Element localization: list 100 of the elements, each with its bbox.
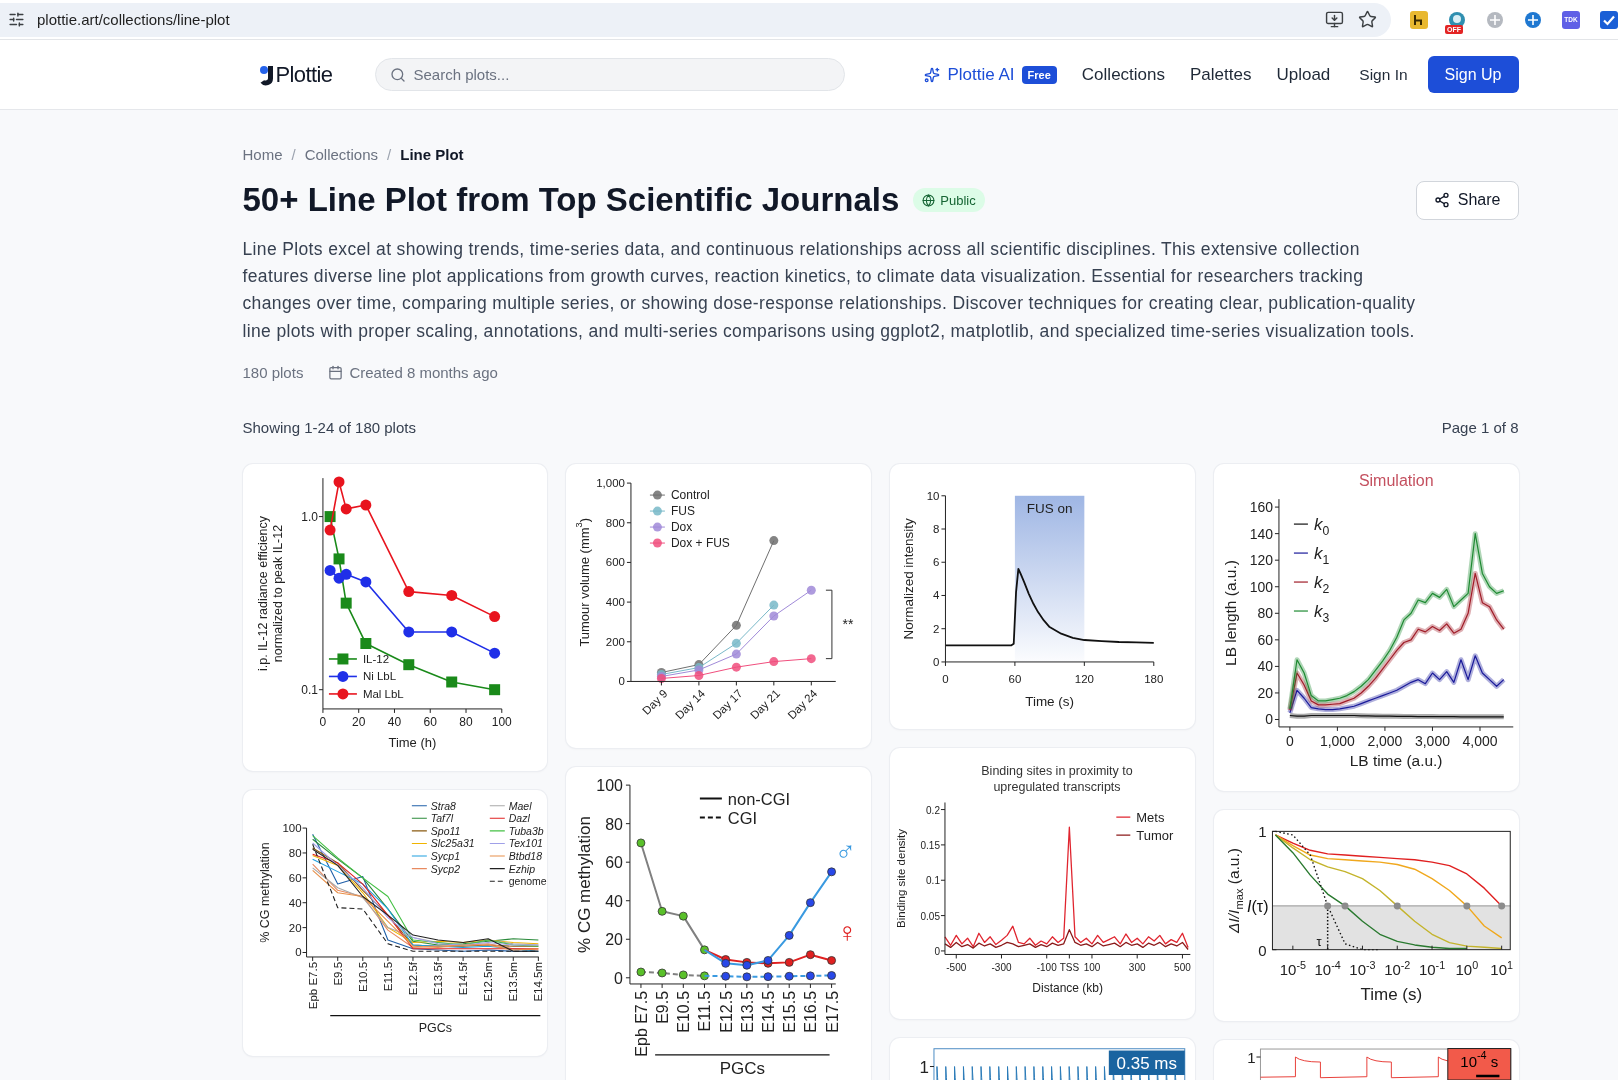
axis-title: LB time (a.u.)	[1349, 752, 1443, 770]
legend-label: FUS	[671, 504, 696, 519]
tick-label: 40	[605, 892, 624, 910]
sex-symbol: ♂	[835, 835, 857, 867]
axis-title: Distance (kb)	[1032, 981, 1103, 996]
tick-label: E10.5	[356, 962, 369, 993]
tick-label: 4,000	[1462, 733, 1498, 750]
tick-label: E12.5f	[406, 962, 419, 996]
tick-label: 0	[1285, 733, 1294, 750]
created-date: Created 8 months ago	[349, 364, 498, 382]
tick-label: 10	[926, 490, 940, 503]
legend-label: Mets	[1136, 809, 1165, 825]
tick-label: 60	[1257, 632, 1273, 649]
tick-label: 160	[1249, 499, 1273, 516]
tick-label: -300	[991, 962, 1012, 974]
tick-label: 0.15	[920, 839, 940, 851]
tick-label: E11.5	[696, 991, 714, 1032]
tick-label: 80	[458, 715, 473, 730]
page-indicator: Page 1 of 8	[1441, 418, 1519, 436]
tick-label: E10.5	[675, 991, 693, 1033]
tick-label: 100	[281, 822, 302, 835]
tick-label: 20	[351, 715, 365, 730]
tick-label: 0	[1257, 941, 1267, 959]
legend-label: Tuba3b	[508, 825, 544, 837]
tick-label: 120	[1074, 673, 1094, 686]
axis-title: % CG methylation	[257, 842, 272, 944]
tick-label: 4	[933, 589, 940, 602]
tick-label: 10$^{-4}$	[1314, 958, 1341, 978]
tick-label: E14.5	[759, 991, 777, 1033]
tick-label: E14.5f	[456, 962, 469, 996]
tick-label: 100	[596, 776, 624, 794]
tick-label: 20	[1257, 685, 1273, 702]
tick-label: 2,000	[1367, 733, 1403, 750]
tick-label: -500	[946, 962, 967, 974]
legend-label: k$_{3}$	[1313, 601, 1329, 626]
tick-label: 1	[1257, 823, 1267, 841]
tick-label: 10$^{-2}$	[1383, 958, 1411, 978]
tick-label: 80	[288, 847, 302, 860]
legend-label: Dazl	[508, 813, 530, 825]
tick-label: Day 14	[673, 687, 708, 722]
tick-label: 300	[1128, 962, 1146, 974]
breadcrumb-separator: /	[387, 145, 392, 163]
tick-label: 20	[605, 931, 624, 949]
scale-label: 10$^{-4}$ s	[1447, 1048, 1511, 1080]
tick-label: E17.5	[823, 991, 841, 1033]
tick-label: 60	[423, 715, 437, 730]
results-count: Showing 1-24 of 180 plots	[242, 418, 416, 436]
legend-label: Btbd18	[508, 850, 542, 862]
tick-label: 0	[614, 969, 624, 987]
band-label: FUS on	[1026, 501, 1073, 517]
tick-label: TSS	[1059, 962, 1080, 974]
tick-label: 500	[1174, 962, 1191, 974]
tick-label: E13.5f	[431, 962, 444, 996]
tick-label: E9.5	[653, 991, 671, 1025]
page-title: 50+ Line Plot from Top Scientific Journals	[242, 180, 900, 220]
legend-label: Dox	[671, 520, 693, 535]
group-label: PGCs	[418, 1021, 452, 1035]
tick-label: 40	[1257, 658, 1273, 675]
tick-label: 0.1	[300, 683, 318, 697]
legend-label: Ezhip	[508, 863, 535, 875]
legend-label: Mael	[508, 800, 531, 812]
tick-label: 0	[1264, 711, 1273, 728]
tick-label: E11.5	[381, 962, 394, 992]
tick-label: 60	[1008, 673, 1022, 686]
legend-label: non-CGI	[728, 789, 791, 808]
tick-label: 140	[1249, 525, 1273, 542]
axis-title: % CG methylation	[575, 816, 595, 954]
tick-label: 1	[919, 1057, 929, 1077]
tick-label: 0	[934, 945, 940, 957]
axis-title: Time (s)	[1360, 985, 1422, 1005]
tick-label: 600	[606, 556, 626, 569]
legend-label: Ni LbL	[362, 670, 396, 683]
tick-label: 400	[606, 596, 626, 609]
legend-label: Tumor	[1136, 827, 1174, 843]
legend-label: genome	[508, 876, 547, 888]
significance-label: **	[842, 616, 854, 633]
tick-label: E13.5	[738, 991, 756, 1033]
tick-label: Epb E7.5	[632, 991, 650, 1057]
tick-label: 120	[1249, 552, 1273, 569]
legend-label: Stra8	[430, 800, 456, 812]
tick-label: E16.5	[802, 991, 820, 1033]
tick-label: E12.5m	[481, 962, 494, 1002]
tick-label: 10$^{0}$	[1455, 958, 1478, 978]
tick-label: 1,000	[596, 477, 626, 490]
tick-label: 10$^{-3}$	[1349, 958, 1376, 978]
tick-label: 100	[1083, 962, 1101, 974]
tick-label: E14.5m	[531, 962, 544, 1002]
legend-label: k$_{1}$	[1313, 543, 1329, 568]
legend-label: Dox + FUS	[671, 536, 731, 551]
tick-label: 0.2	[926, 804, 940, 816]
sex-symbol: ♀	[837, 916, 859, 948]
legend-label: Tex101	[508, 838, 543, 850]
tick-label: 100	[1249, 579, 1273, 596]
tick-label: 200	[606, 636, 626, 649]
free-badge: Free	[1021, 65, 1057, 84]
tick-label: 3,000	[1414, 733, 1450, 750]
tick-label: 0	[933, 656, 940, 669]
axis-title: i.p. IL-12 radiance efficiency normalized to peak IL-12	[255, 516, 285, 672]
tick-label: Day 24	[785, 687, 820, 722]
tick-label: 6	[933, 556, 940, 569]
